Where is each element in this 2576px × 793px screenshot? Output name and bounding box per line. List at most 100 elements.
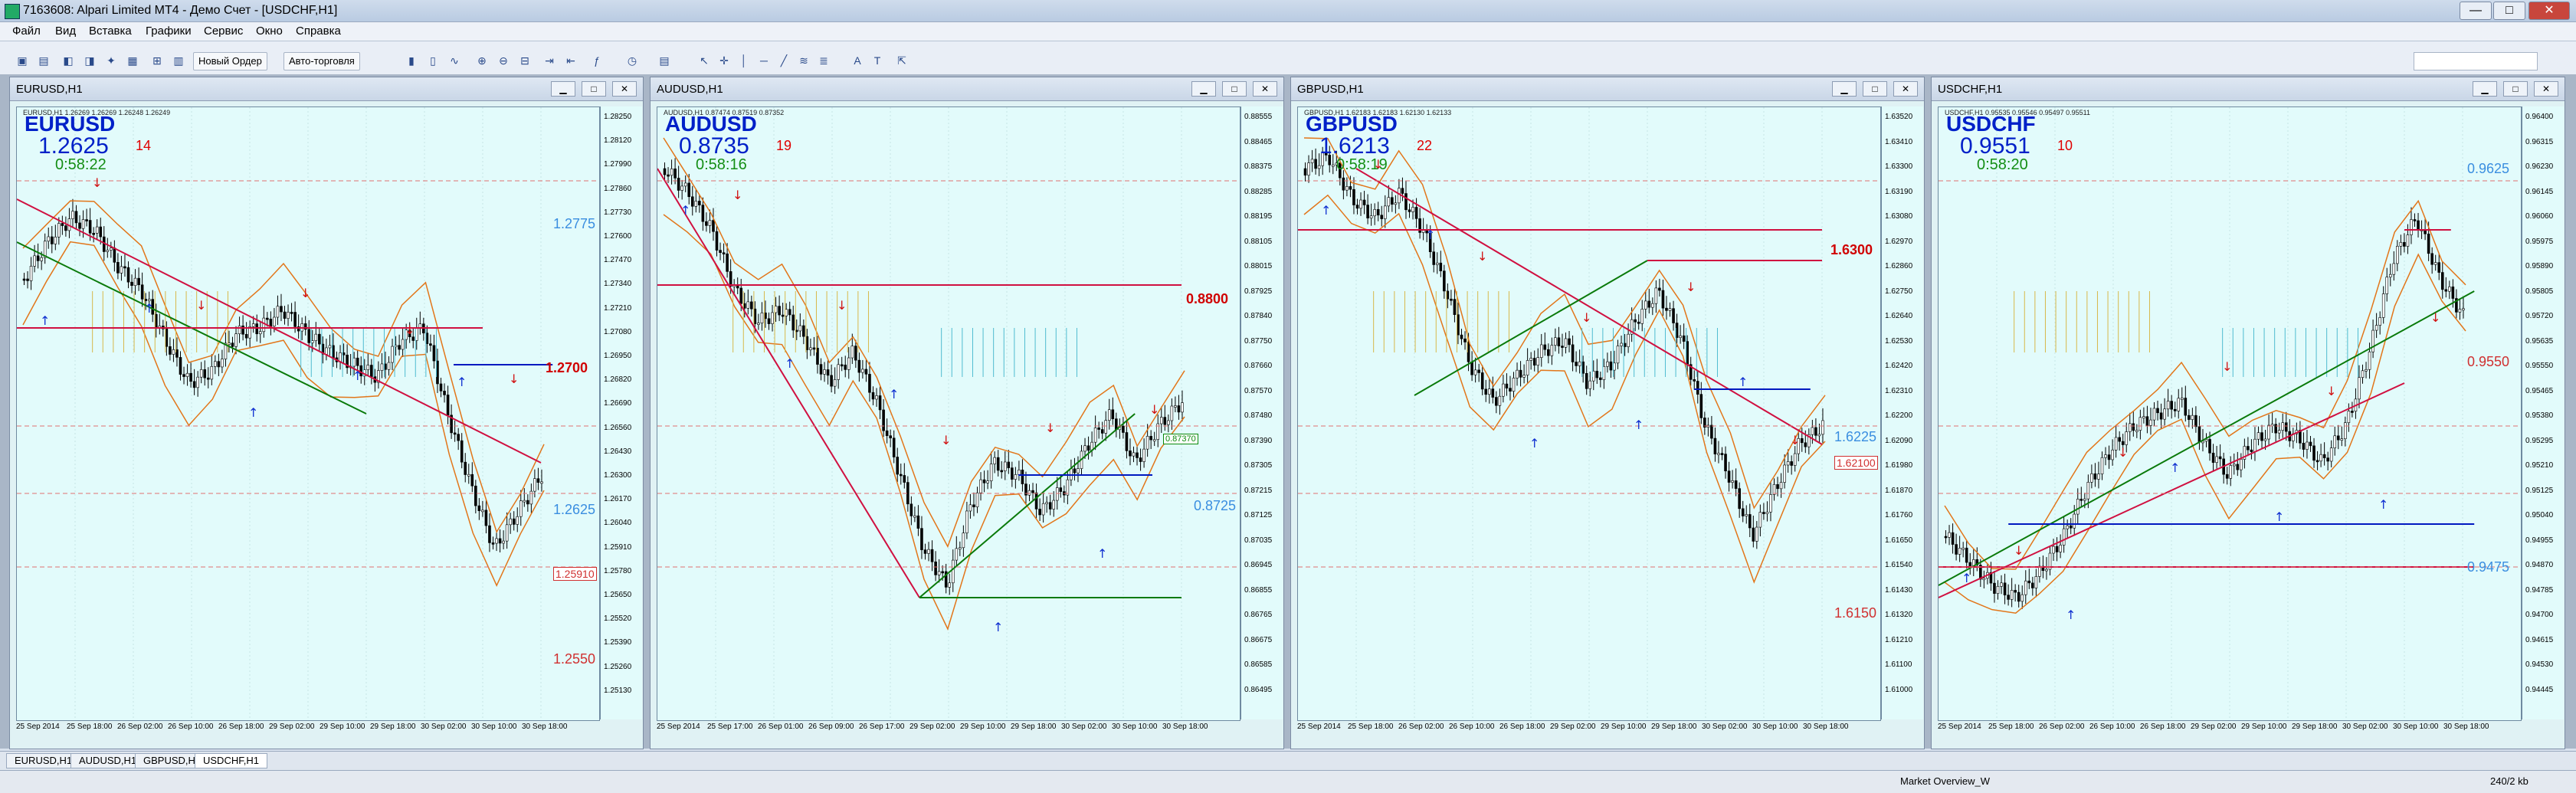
candle-body <box>1083 445 1086 452</box>
new-chart-icon[interactable]: ▣ <box>15 54 29 67</box>
chart-title-bar[interactable]: GBPUSD,H1 ▁ □ ✕ <box>1291 77 1924 101</box>
new-order-button[interactable]: Новый Ордер <box>193 52 267 70</box>
bar-chart-icon[interactable]: ▮ <box>405 54 418 67</box>
chart-minimize-button[interactable]: ▁ <box>2473 81 2497 97</box>
candle-body <box>1811 427 1814 435</box>
auto-scroll-icon[interactable]: ⇥ <box>542 54 556 67</box>
candle-body <box>722 252 726 255</box>
chart-window-audusd[interactable]: AUDUSD,H1 ▁ □ ✕ ↑ ↓ ↑ ↓ ↑ ↓ ↑ ↓ ↑ ↓ AUDUSD,H1 0.8… <box>650 77 1284 749</box>
maximize-button[interactable]: □ <box>2493 2 2525 20</box>
menu-view[interactable]: Вид <box>55 25 76 38</box>
strategy-tester-icon[interactable]: ⊞ <box>150 54 164 67</box>
zoom-out-icon[interactable]: ⊖ <box>497 54 510 67</box>
candle-chart-icon[interactable]: ▯ <box>426 54 440 67</box>
time-tick: 29 Sep 10:00 <box>320 723 365 731</box>
chart-minimize-button[interactable]: ▁ <box>1832 81 1857 97</box>
arrows-icon[interactable]: ⇱ <box>895 54 909 67</box>
candle-body <box>996 457 1000 471</box>
minimize-button[interactable]: — <box>2460 2 2492 20</box>
candle-body <box>719 250 722 254</box>
candle-body <box>965 510 968 533</box>
chart-shift-icon[interactable]: ⇤ <box>564 54 578 67</box>
text-label-icon[interactable]: T <box>870 54 884 67</box>
price-tick: 1.63080 <box>1885 212 1913 221</box>
chart-title-bar[interactable]: AUDUSD,H1 ▁ □ ✕ <box>651 77 1283 101</box>
candle-body <box>1982 578 1986 581</box>
price-tick: 0.87925 <box>1244 287 1273 296</box>
templates-icon[interactable]: ▤ <box>657 54 671 67</box>
chart-plot[interactable]: ↑ ↓ ↑ ↓ ↑ ↓ ↑ ↓ ↑ ↓ EURUSD,H1 1.26269 1.26269 1.2… <box>16 106 600 721</box>
chart-minimize-button[interactable]: ▁ <box>551 81 575 97</box>
chart-close-button[interactable]: ✕ <box>1253 81 1277 97</box>
candle-body <box>1776 484 1779 490</box>
fibonacci-icon[interactable]: ≣ <box>817 54 831 67</box>
candle-body <box>1373 209 1376 217</box>
candle-body <box>1710 424 1713 439</box>
candle-body <box>934 561 937 575</box>
chart-close-button[interactable]: ✕ <box>2534 81 2558 97</box>
candle-timer: 0:58:19 <box>1336 156 1388 173</box>
chart-close-button[interactable]: ✕ <box>1893 81 1918 97</box>
tile-windows-icon[interactable]: ⊟ <box>518 54 532 67</box>
chart-maximize-button[interactable]: □ <box>1863 81 1887 97</box>
chart-window-usdchf[interactable]: USDCHF,H1 ▁ □ ✕ ↑ ↓ ↑ ↓ ↑ ↓ ↑ ↓ ↑ ↓ USDCHF,H1 0.9… <box>1931 77 2565 749</box>
menu-tools[interactable]: Сервис <box>204 25 243 38</box>
text-icon[interactable]: A <box>850 54 864 67</box>
chart-maximize-button[interactable]: □ <box>2503 81 2528 97</box>
chart-title-bar[interactable]: EURUSD,H1 ▁ □ ✕ <box>10 77 643 101</box>
market-watch-icon[interactable]: ◧ <box>61 54 75 67</box>
periods-icon[interactable]: ◷ <box>625 54 639 67</box>
autotrade-button[interactable]: Авто-торговля <box>283 52 360 70</box>
chart-plot[interactable]: ↑ ↓ ↑ ↓ ↑ ↓ ↑ ↓ ↑ ↓ GBPUSD,H1 1.62183 1.62183 1.6… <box>1297 106 1881 721</box>
chart-window-gbpusd[interactable]: GBPUSD,H1 ▁ □ ✕ ↑ ↓ ↑ ↓ ↑ ↓ ↑ ↓ ↑ ↓ GBPUSD,H1 1.6… <box>1290 77 1925 749</box>
spread-value: 10 <box>2057 138 2073 153</box>
chart-plot[interactable]: ↑ ↓ ↑ ↓ ↑ ↓ ↑ ↓ ↑ ↓ AUDUSD,H1 0.87474 0.87519 0.8… <box>657 106 1240 721</box>
price-tick: 0.86585 <box>1244 660 1273 669</box>
candle-body <box>293 312 297 327</box>
candle-body <box>1734 480 1738 489</box>
profiles-icon[interactable]: ▤ <box>37 54 51 67</box>
chart-close-button[interactable]: ✕ <box>612 81 637 97</box>
horizontal-line-icon[interactable]: ─ <box>757 54 771 67</box>
line-chart-icon[interactable]: ∿ <box>447 54 461 67</box>
menu-help[interactable]: Справка <box>296 25 341 38</box>
menu-insert[interactable]: Вставка <box>89 25 132 38</box>
navigator-icon[interactable]: ✦ <box>104 54 118 67</box>
candle-body <box>1136 452 1139 458</box>
zoom-in-icon[interactable]: ⊕ <box>475 54 489 67</box>
chart-maximize-button[interactable]: □ <box>1222 81 1247 97</box>
chart-window-eurusd[interactable]: EURUSD,H1 ▁ □ ✕ ↑ ↓ ↑ ↓ ↑ ↓ ↑ ↓ ↑ ↓ EURUSD,H1 1.2… <box>9 77 644 749</box>
candle-body <box>1571 344 1575 362</box>
vertical-line-icon[interactable]: │ <box>737 54 751 67</box>
crosshair-icon[interactable]: ✛ <box>717 54 731 67</box>
options-icon[interactable]: ▥ <box>172 54 185 67</box>
indicators-icon[interactable]: ƒ <box>590 54 604 67</box>
chart-plot[interactable]: ↑ ↓ ↑ ↓ ↑ ↓ ↑ ↓ ↑ ↓ USDCHF,H1 0.95535 0.95546 0.9… <box>1938 106 2522 721</box>
tab-audusd[interactable]: AUDUSD,H1 <box>70 753 146 768</box>
trendline-icon[interactable]: ╱ <box>777 54 791 67</box>
candle-body <box>878 395 882 411</box>
price-tick: 0.95295 <box>2525 436 2554 445</box>
menu-file[interactable]: Файл <box>12 25 41 38</box>
chart-minimize-button[interactable]: ▁ <box>1191 81 1216 97</box>
menu-charts[interactable]: Графики <box>146 25 192 38</box>
data-window-icon[interactable]: ◨ <box>83 54 97 67</box>
close-button[interactable]: ✕ <box>2528 2 2570 20</box>
chart-title-bar[interactable]: USDCHF,H1 ▁ □ ✕ <box>1932 77 2565 101</box>
indicator-envelope <box>1303 137 1826 510</box>
chart-maximize-button[interactable]: □ <box>582 81 606 97</box>
time-tick: 29 Sep 18:00 <box>2292 723 2338 731</box>
terminal-icon[interactable]: ▦ <box>126 54 139 67</box>
candle-body <box>199 369 203 378</box>
candle-body <box>2365 369 2368 372</box>
candle-body <box>2000 582 2003 587</box>
candle-body <box>694 201 698 207</box>
channel-icon[interactable]: ≋ <box>797 54 811 67</box>
search-input[interactable] <box>2414 52 2538 70</box>
menu-window[interactable]: Окно <box>256 25 283 38</box>
candle-body <box>2413 219 2417 221</box>
cursor-icon[interactable]: ↖ <box>697 54 711 67</box>
tab-usdchf[interactable]: USDCHF,H1 <box>195 753 267 768</box>
tab-eurusd[interactable]: EURUSD,H1 <box>6 753 81 768</box>
candle-body <box>1470 361 1473 375</box>
